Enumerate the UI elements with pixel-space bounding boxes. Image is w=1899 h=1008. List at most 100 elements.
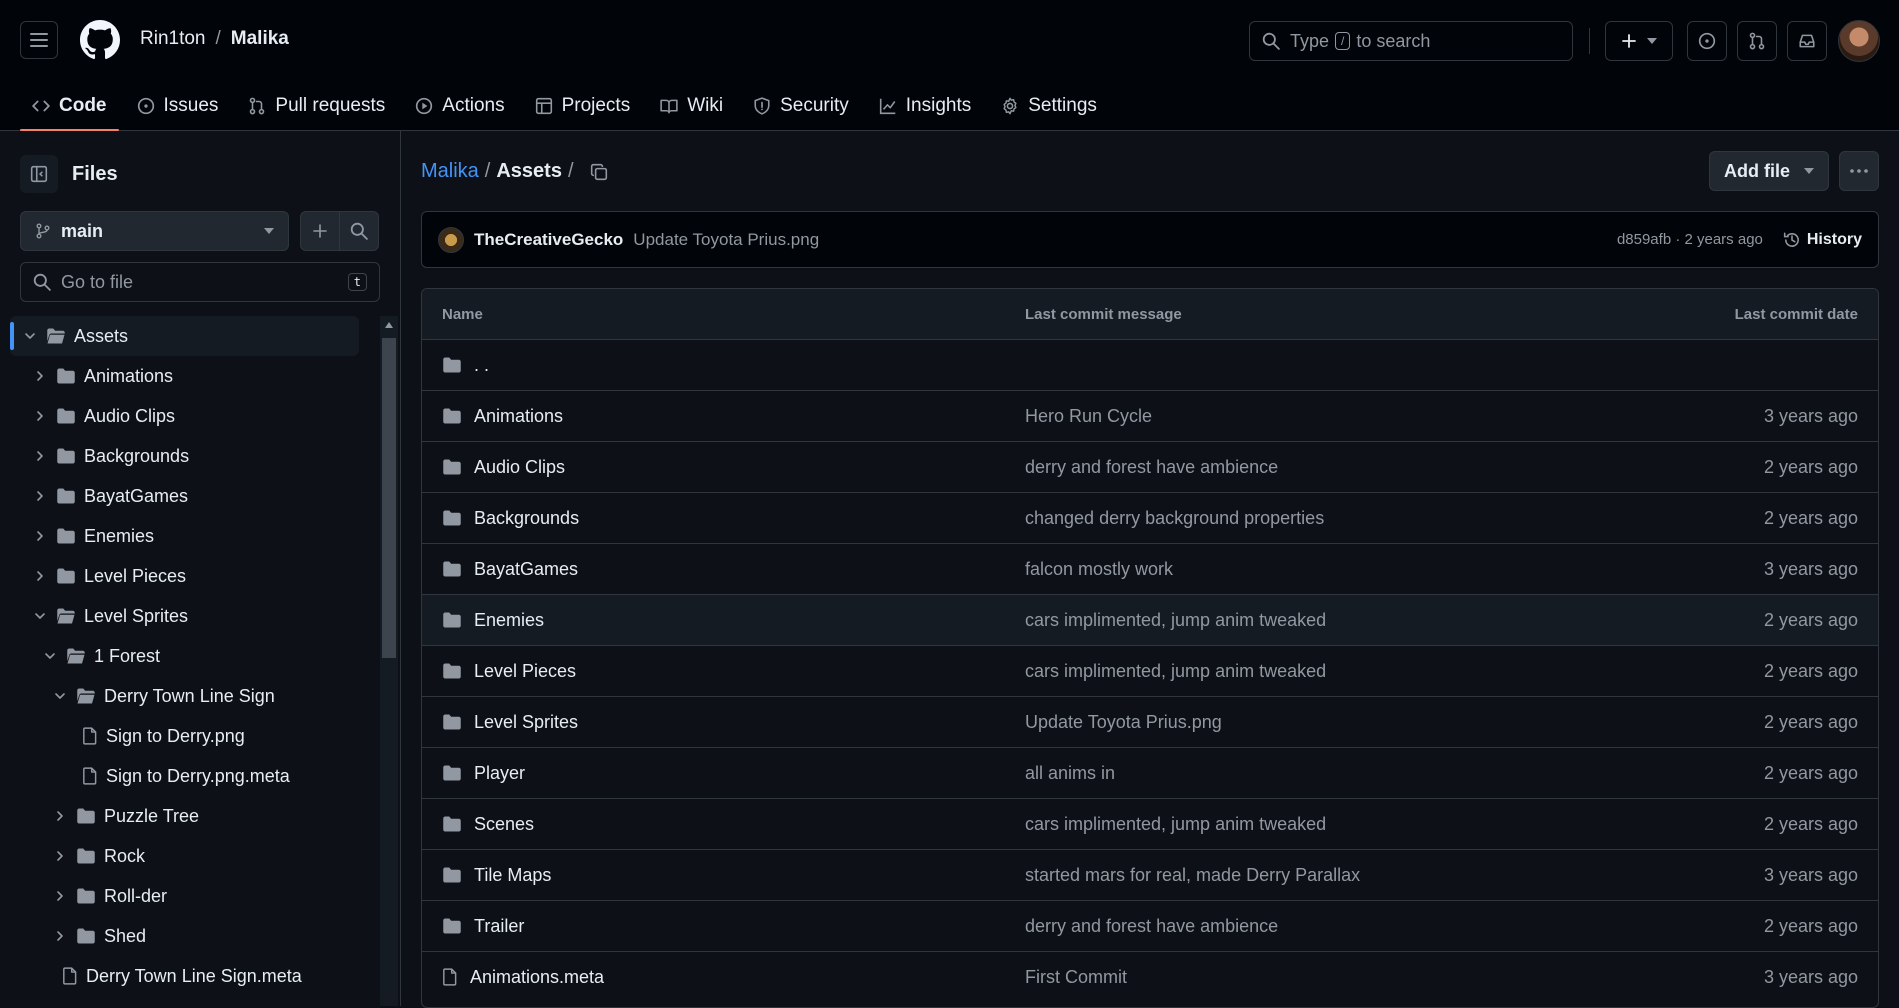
scroll-up-arrow-icon[interactable] [385, 322, 393, 328]
parent-directory-row[interactable]: . . [422, 340, 1878, 391]
file-name-link[interactable]: Level Pieces [474, 661, 576, 682]
tab-security[interactable]: Security [741, 80, 861, 131]
file-name-link[interactable]: BayatGames [474, 559, 578, 580]
tab-pull-requests[interactable]: Pull requests [236, 80, 397, 131]
commit-author-avatar[interactable] [438, 226, 464, 253]
tree-folder-item[interactable]: Level Pieces [30, 556, 186, 596]
tree-folder-item[interactable]: Roll-der [50, 876, 167, 916]
history-button[interactable]: History [1783, 231, 1862, 249]
tree-chevron-down[interactable] [50, 691, 70, 701]
more-options-button[interactable] [1839, 151, 1879, 191]
table-row[interactable]: Trailer derry and forest have ambience 2 y… [422, 901, 1878, 952]
file-name-link[interactable]: Animations.meta [470, 967, 604, 988]
repo-owner-link[interactable]: Rin1ton [140, 28, 206, 50]
add-file-button[interactable]: Add file [1709, 151, 1829, 191]
add-file-sidebar-button[interactable] [300, 211, 340, 251]
table-row[interactable]: Tile Maps started mars for real, made Der… [422, 850, 1878, 901]
tree-folder-item[interactable]: 1 Forest [40, 636, 160, 676]
tab-projects[interactable]: Projects [523, 80, 643, 131]
table-row[interactable]: Level Sprites Update Toyota Prius.png 2 ye… [422, 697, 1878, 748]
tree-chevron-down[interactable] [30, 611, 50, 621]
tree-chevron-right[interactable] [50, 810, 70, 822]
file-name-link[interactable]: Tile Maps [474, 865, 551, 886]
tree-chevron-down[interactable] [40, 651, 60, 661]
row-commit-message-link[interactable]: changed derry background properties [1025, 508, 1324, 529]
github-logo-icon[interactable] [80, 20, 120, 60]
tree-chevron-right[interactable] [30, 370, 50, 382]
commit-message[interactable]: Update Toyota Prius.png [633, 230, 819, 250]
tab-actions[interactable]: Actions [403, 80, 516, 131]
tree-chevron-right[interactable] [30, 410, 50, 422]
tree-folder-item[interactable]: Shed [50, 916, 146, 956]
tree-folder-item[interactable]: Level Sprites [30, 596, 188, 636]
branch-select[interactable]: main [20, 211, 289, 251]
tree-folder-item[interactable]: Animations [30, 356, 173, 396]
row-commit-message-link[interactable]: falcon mostly work [1025, 559, 1173, 580]
tree-chevron-right[interactable] [30, 490, 50, 502]
create-new-button[interactable] [1605, 21, 1673, 61]
row-commit-message-link[interactable]: cars implimented, jump anim tweaked [1025, 661, 1326, 682]
row-commit-message-link[interactable]: Hero Run Cycle [1025, 406, 1152, 427]
row-commit-message-link[interactable]: derry and forest have ambience [1025, 916, 1278, 937]
tree-chevron-right[interactable] [30, 570, 50, 582]
tree-scrollbar[interactable] [380, 316, 398, 1006]
tree-chevron-down[interactable] [20, 331, 40, 341]
tree-chevron-right[interactable] [50, 850, 70, 862]
tree-file-item[interactable]: Derry Town Line Sign.meta [50, 956, 302, 996]
tree-chevron-right[interactable] [30, 530, 50, 542]
repo-name-link[interactable]: Malika [231, 28, 289, 50]
file-name-link[interactable]: Enemies [474, 610, 544, 631]
tree-folder-item[interactable]: Audio Clips [30, 396, 175, 436]
commit-author[interactable]: TheCreativeGecko [474, 230, 623, 250]
commit-meta[interactable]: d859afb · 2 years ago [1617, 231, 1763, 248]
table-row[interactable]: Animations.meta First Commit 3 years ago [422, 952, 1878, 1003]
tree-folder-item[interactable]: BayatGames [30, 476, 188, 516]
collapse-sidebar-button[interactable] [20, 155, 58, 193]
tree-file-item[interactable]: Sign to Derry.png [70, 716, 245, 756]
tree-folder-item[interactable]: Backgrounds [30, 436, 189, 476]
table-row[interactable]: Audio Clips derry and forest have ambienc… [422, 442, 1878, 493]
tree-chevron-right[interactable] [30, 450, 50, 462]
user-avatar[interactable] [1838, 20, 1880, 62]
tree-chevron-right[interactable] [50, 930, 70, 942]
file-name-link[interactable]: Scenes [474, 814, 534, 835]
tree-chevron-right[interactable] [50, 890, 70, 902]
row-commit-message-link[interactable]: First Commit [1025, 967, 1127, 988]
scrollbar-thumb[interactable] [382, 338, 396, 658]
hamburger-menu-button[interactable] [20, 21, 58, 59]
tree-file-item[interactable]: Sign to Derry.png.meta [70, 756, 290, 796]
row-commit-message-link[interactable]: derry and forest have ambience [1025, 457, 1278, 478]
file-name-link[interactable]: Level Sprites [474, 712, 578, 733]
search-files-button[interactable] [339, 211, 379, 251]
tab-code[interactable]: Code [20, 80, 119, 131]
table-row[interactable]: Enemies cars implimented, jump anim tweak… [422, 595, 1878, 646]
tree-folder-item[interactable]: Rock [50, 836, 145, 876]
pull-requests-button[interactable] [1737, 21, 1777, 61]
tab-insights[interactable]: Insights [867, 80, 983, 131]
tab-issues[interactable]: Issues [125, 80, 231, 131]
table-row[interactable]: Level Pieces cars implimented, jump anim … [422, 646, 1878, 697]
tree-folder-item[interactable]: Enemies [30, 516, 154, 556]
file-name-link[interactable]: Audio Clips [474, 457, 565, 478]
tab-settings[interactable]: Settings [989, 80, 1109, 131]
table-row[interactable]: Player all anims in 2 years ago [422, 748, 1878, 799]
table-row[interactable]: BayatGames falcon mostly work 3 years ago [422, 544, 1878, 595]
row-commit-message-link[interactable]: Update Toyota Prius.png [1025, 712, 1222, 733]
copy-path-button[interactable] [590, 163, 608, 181]
file-name-link[interactable]: Animations [474, 406, 563, 427]
parent-directory-link[interactable]: . . [474, 355, 489, 376]
issues-button[interactable] [1687, 21, 1727, 61]
row-commit-message-link[interactable]: started mars for real, made Derry Parall… [1025, 865, 1360, 886]
row-commit-message-link[interactable]: cars implimented, jump anim tweaked [1025, 814, 1326, 835]
tree-folder-item[interactable]: Derry Town Line Sign [50, 676, 275, 716]
search-input[interactable]: Type / to search [1249, 21, 1573, 61]
path-repo-link[interactable]: Malika [421, 160, 479, 183]
tree-folder-item[interactable]: Puzzle Tree [50, 796, 199, 836]
inbox-button[interactable] [1787, 21, 1827, 61]
row-commit-message-link[interactable]: cars implimented, jump anim tweaked [1025, 610, 1326, 631]
file-name-link[interactable]: Backgrounds [474, 508, 579, 529]
file-name-link[interactable]: Player [474, 763, 525, 784]
row-commit-message-link[interactable]: all anims in [1025, 763, 1115, 784]
table-row[interactable]: Backgrounds changed derry background prop… [422, 493, 1878, 544]
tab-wiki[interactable]: Wiki [648, 80, 735, 131]
